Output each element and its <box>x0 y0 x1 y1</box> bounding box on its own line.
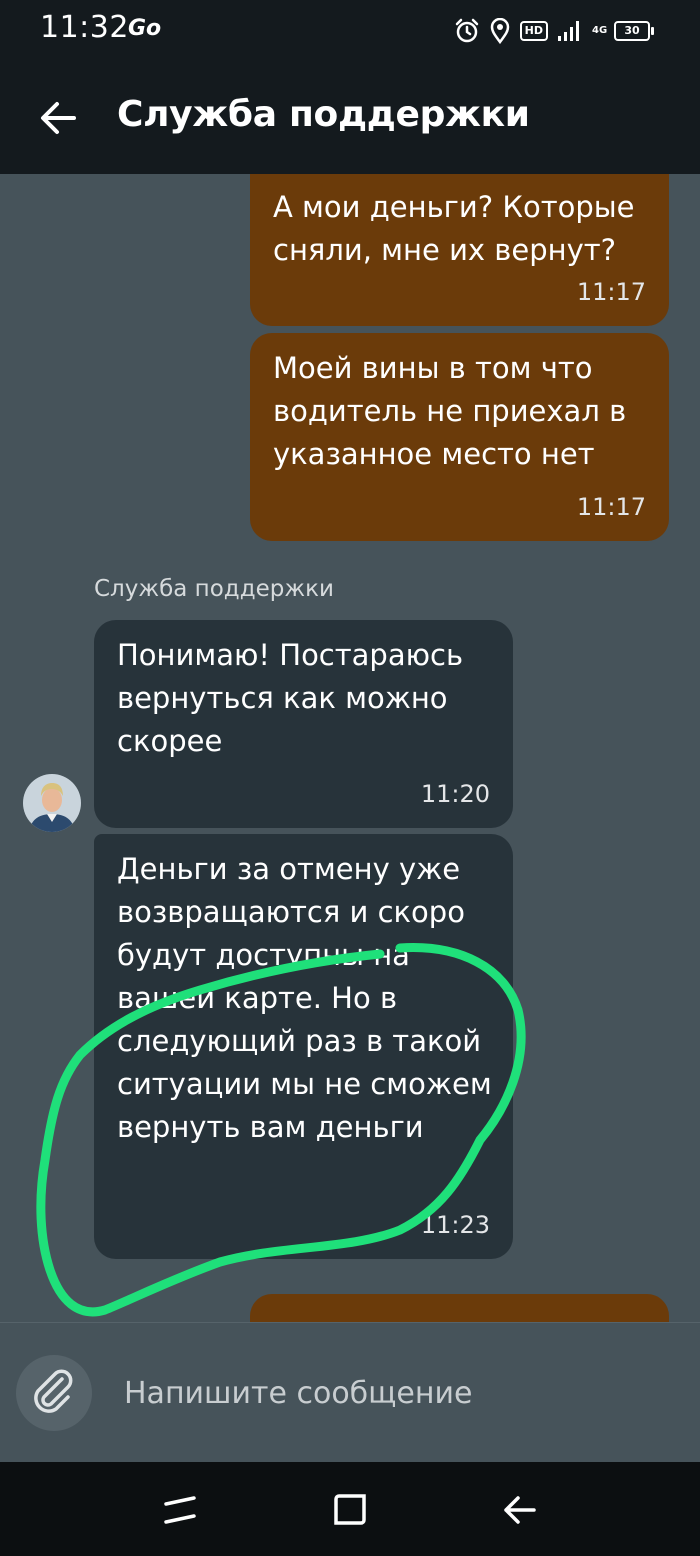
message-input[interactable] <box>110 1357 698 1429</box>
location-icon <box>490 18 509 44</box>
alarm-icon <box>455 18 478 43</box>
message-time: 11:23 <box>420 1211 490 1239</box>
battery-icon: 30 <box>614 21 654 41</box>
app-logo-icon: Go <box>128 16 162 41</box>
recent-apps-button[interactable] <box>160 1490 200 1530</box>
sender-name: Служба поддержки <box>94 576 334 602</box>
message-time: 11:20 <box>420 780 490 808</box>
home-icon <box>334 1494 366 1525</box>
network-type: 4G <box>592 25 608 36</box>
message-text: А мои деньги? Которые сняли, мне их верн… <box>273 190 635 267</box>
recent-apps-icon <box>164 1496 196 1524</box>
status-bar: 11:32 Go HD 4G 30 <box>0 0 700 62</box>
message-composer <box>0 1322 700 1463</box>
message-bubble-incoming[interactable]: Понимаю! Постараюсь вернуться как можно … <box>94 620 513 828</box>
message-text: Понимаю! Постараюсь вернуться как можно … <box>117 638 464 758</box>
attach-button[interactable] <box>16 1355 92 1431</box>
back-icon <box>504 1496 536 1524</box>
paperclip-icon <box>34 1369 73 1413</box>
message-time: 11:17 <box>576 278 646 306</box>
status-time: 11:32 <box>40 10 129 45</box>
message-text: Моей вины в том что водитель не приехал … <box>273 351 627 471</box>
message-bubble-outgoing-partial[interactable] <box>250 1294 669 1322</box>
system-back-button[interactable] <box>500 1490 540 1530</box>
message-bubble-incoming[interactable]: Деньги за отмену уже возвращаются и скор… <box>94 834 513 1259</box>
message-bubble-outgoing[interactable]: А мои деньги? Которые сняли, мне их верн… <box>250 174 669 326</box>
avatar[interactable] <box>23 774 81 832</box>
signal-icon <box>558 21 579 41</box>
app-header: Служба поддержки <box>0 62 700 174</box>
home-button[interactable] <box>330 1490 370 1530</box>
message-text: Деньги за отмену уже возвращаются и скор… <box>117 852 492 1144</box>
message-bubble-outgoing[interactable]: Моей вины в том что водитель не приехал … <box>250 333 669 541</box>
system-nav-bar <box>0 1462 700 1556</box>
support-agent-avatar-icon <box>23 774 81 832</box>
status-icons: HD 4G 30 <box>454 16 654 46</box>
hd-badge: HD <box>519 21 548 41</box>
arrow-left-icon <box>41 102 76 134</box>
page-title: Служба поддержки <box>117 94 530 135</box>
chat-message-list[interactable]: А мои деньги? Которые сняли, мне их верн… <box>0 174 700 1322</box>
back-button[interactable] <box>30 90 86 146</box>
message-time: 11:17 <box>576 493 646 521</box>
